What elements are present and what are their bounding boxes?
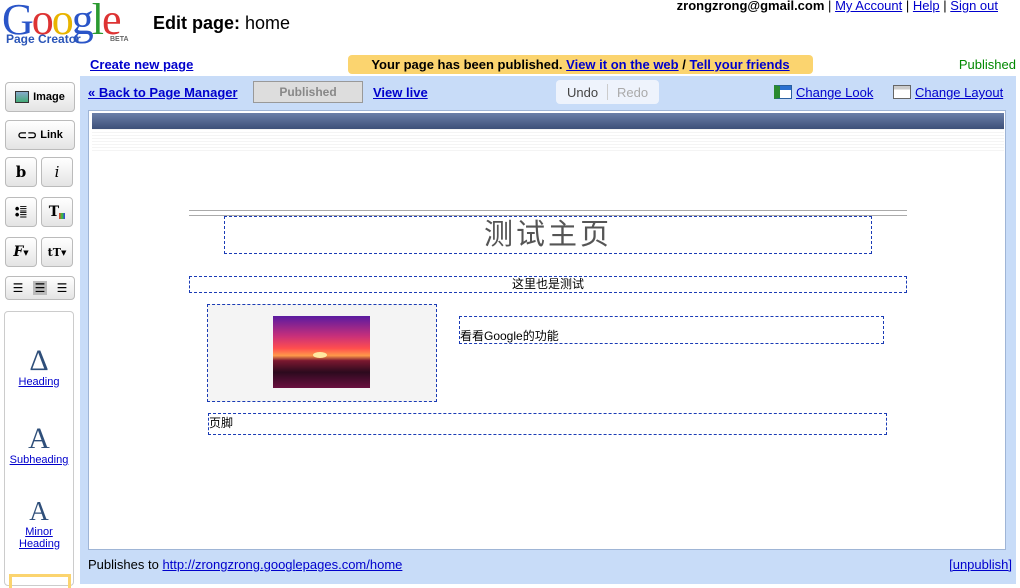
page-footer-box[interactable]: 页脚 [208,413,887,435]
unpublish-link[interactable]: [unpublish] [949,557,1012,572]
font-size-button[interactable]: tT ▼ [41,237,73,267]
palette-subheading[interactable]: A Subheading [5,422,73,467]
view-live-link[interactable]: View live [373,85,428,100]
logo-badge: BETA [110,36,129,43]
back-to-page-manager-link[interactable]: « Back to Page Manager [88,85,238,100]
change-layout-control[interactable]: Change Layout [893,85,1003,100]
page-subtitle-box[interactable]: 这里也是测试 [189,276,907,293]
align-center-icon[interactable]: ☰ [32,281,48,295]
separator: | [905,0,910,13]
published-button[interactable]: Published [253,81,363,103]
banner-slash: / [682,57,686,72]
palette-minor-heading[interactable]: A Minor Heading [5,496,73,550]
image-box[interactable] [207,304,437,402]
image-icon [15,91,30,103]
sign-out-link[interactable]: Sign out [950,0,998,13]
heading-icon: Δ [29,344,49,377]
color-swatch-icon [59,213,66,219]
bold-button[interactable]: b [5,157,37,187]
insert-image-label: Image [33,91,65,103]
page-title: Edit page: home [153,13,290,34]
logo-product: Page Creator [6,32,81,46]
publish-location: Publishes to http://zrongzrong.googlepag… [88,557,402,572]
change-look-link[interactable]: Change Look [796,85,873,100]
alignment-group: ☰ ☰ ☰ [5,276,75,300]
link-icon: ⊂⊃ [17,128,38,142]
change-layout-icon [893,85,911,99]
chevron-down-icon: ▼ [60,247,67,257]
subheading-icon: A [28,422,50,455]
palette-heading-label: Heading [18,376,60,388]
change-look-icon [774,85,792,99]
account-links: zrongzrong@gmail.com | My Account | Help… [677,0,998,13]
banner-text: Your page has been published. [371,57,563,72]
font-button[interactable]: F ▼ [5,237,37,267]
insert-link-label: Link [40,129,63,141]
page-heading-box[interactable]: 测试主页 [224,216,872,254]
page-header-shade [92,129,1004,151]
view-on-web-link[interactable]: View it on the web [566,57,678,72]
palette-minor-heading-label: Minor Heading [19,526,60,550]
chevron-down-icon: ▼ [23,247,29,257]
sunset-image [273,316,370,388]
bullet-list-icon: •≡ •≡ [14,201,28,222]
google-logo: Google Page Creator BETA [2,0,144,46]
status-label: Published [958,57,1016,72]
page-title-prefix: Edit page: [153,13,241,33]
published-url-link[interactable]: http://zrongzrong.googlepages.com/home [162,557,402,572]
undo-redo-group: Undo Redo [556,80,659,104]
undo-button[interactable]: Undo [567,85,598,100]
account-email: zrongzrong@gmail.com [676,0,825,13]
font-size-icon: tT [47,245,61,259]
insert-link-button[interactable]: ⊂⊃ Link [5,120,75,150]
help-link[interactable]: Help [913,0,940,13]
separator: | [828,0,832,13]
change-look-control[interactable]: Change Look [774,85,873,100]
italic-button[interactable]: i [41,157,73,187]
align-left-icon[interactable]: ☰ [13,281,24,295]
change-layout-link[interactable]: Change Layout [915,85,1003,100]
palette-subheading-label: Subheading [9,454,69,466]
page-title-name: home [245,13,291,33]
redo-button[interactable]: Redo [617,85,648,100]
insert-image-button[interactable]: Image [5,82,75,112]
minor-heading-icon: A [29,496,49,526]
separator: | [943,0,947,13]
feature-text-box[interactable]: 看看Google的功能 [459,316,884,344]
create-new-page-link[interactable]: Create new page [90,57,193,72]
font-icon: F [13,244,24,260]
tell-friends-link[interactable]: Tell your friends [689,57,789,72]
palette-heading[interactable]: Δ Heading [5,344,73,389]
bullet-list-button[interactable]: •≡ •≡ [5,197,37,227]
text-color-button[interactable]: T [41,197,73,227]
publishes-to-label: Publishes to [88,557,159,572]
align-right-icon[interactable]: ☰ [57,281,68,295]
text-color-icon: T [48,204,60,220]
divider [607,84,608,100]
sun-glow [313,352,327,358]
published-banner: Your page has been published. View it on… [348,55,813,74]
style-palette: Δ Heading A Subheading A Minor Heading [4,311,74,588]
my-account-link[interactable]: My Account [835,0,902,13]
page-header-bar [92,113,1004,129]
